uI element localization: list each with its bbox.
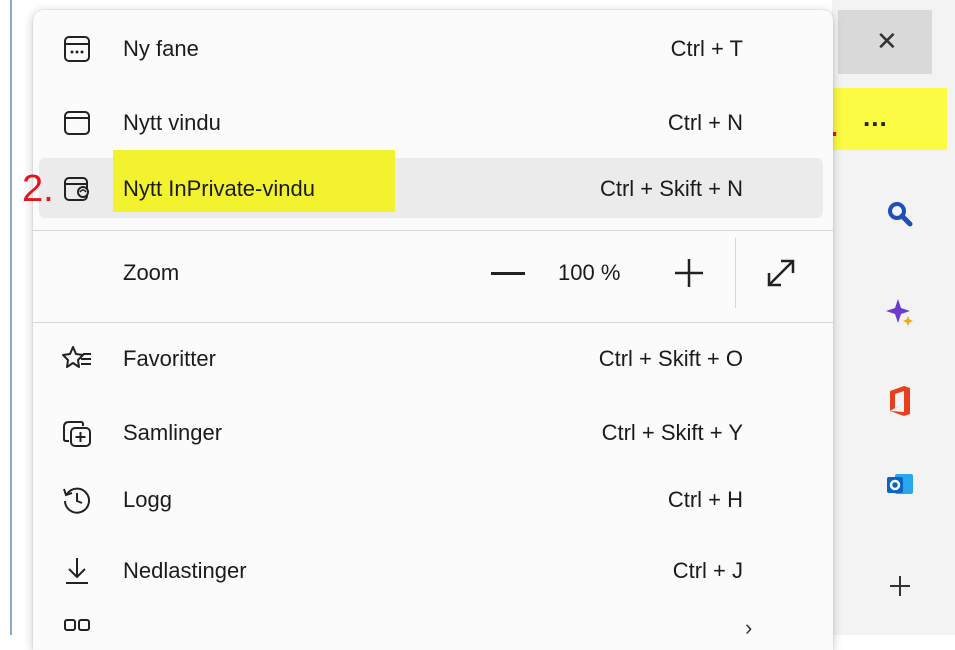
add-icon[interactable] <box>884 570 916 602</box>
menu-item-collections[interactable]: Samlinger Ctrl + Skift + Y <box>33 400 833 466</box>
copilot-icon[interactable] <box>884 296 916 328</box>
zoom-out-button[interactable] <box>491 272 525 275</box>
menu-item-new-inprivate-window[interactable]: Nytt InPrivate-vindu Ctrl + Skift + N <box>33 150 833 222</box>
settings-and-more-button[interactable]: ... <box>863 102 888 133</box>
collections-icon <box>61 417 93 449</box>
favorites-icon <box>61 343 93 375</box>
menu-item-new-window[interactable]: Nytt vindu Ctrl + N <box>33 90 833 156</box>
menu-item-shortcut: Ctrl + H <box>667 487 743 512</box>
menu-item-shortcut: Ctrl + T <box>670 36 743 61</box>
menu-item-apps-partial[interactable] <box>33 608 833 650</box>
menu-item-shortcut: Ctrl + Skift + O <box>598 346 743 371</box>
history-icon <box>61 484 93 516</box>
menu-item-favorites[interactable]: Favoritter Ctrl + Skift + O <box>33 326 833 392</box>
menu-item-label: Nytt vindu <box>123 110 221 135</box>
zoom-label: Zoom <box>123 260 180 285</box>
download-icon <box>61 555 93 587</box>
menu-item-shortcut: Ctrl + Skift + Y <box>601 420 743 445</box>
menu-item-shortcut: Ctrl + J <box>672 558 743 583</box>
office-icon[interactable] <box>884 385 916 417</box>
fullscreen-icon[interactable] <box>763 255 799 291</box>
menu-divider <box>33 322 833 323</box>
menu-item-label: Samlinger <box>123 420 223 445</box>
menu-item-shortcut: Ctrl + N <box>667 110 743 135</box>
menu-item-downloads[interactable]: Nedlastinger Ctrl + J <box>33 538 833 604</box>
menu-item-shortcut: Ctrl + Skift + N <box>599 176 743 201</box>
inprivate-icon <box>61 173 93 205</box>
search-icon[interactable] <box>884 198 916 230</box>
menu-item-label: Nedlastinger <box>123 558 247 583</box>
menu-item-history[interactable]: Logg Ctrl + H <box>33 467 833 533</box>
menu-item-new-tab[interactable]: Ny fane Ctrl + T <box>33 16 833 82</box>
menu-item-label: Favoritter <box>123 346 216 371</box>
menu-item-label: Nytt InPrivate-vindu <box>123 176 315 201</box>
new-tab-icon <box>61 33 93 65</box>
zoom-in-button[interactable] <box>673 257 705 289</box>
settings-menu: Ny fane Ctrl + T Nytt vindu Ctrl + N Nyt… <box>33 10 833 650</box>
new-window-icon <box>61 107 93 139</box>
chevron-right-icon: › <box>745 615 753 640</box>
apps-icon <box>61 616 93 648</box>
menu-item-label: Ny fane <box>123 36 199 61</box>
menu-item-zoom: Zoom <box>33 240 833 306</box>
zoom-value: 100 % <box>558 260 621 285</box>
outlook-icon[interactable] <box>884 468 916 500</box>
background-window-edge <box>0 0 12 635</box>
annotation-step-2: 2. <box>22 168 54 210</box>
menu-item-label: Logg <box>123 487 172 512</box>
close-icon[interactable]: ✕ <box>876 28 898 54</box>
zoom-separator <box>735 238 736 308</box>
menu-divider <box>33 230 833 231</box>
